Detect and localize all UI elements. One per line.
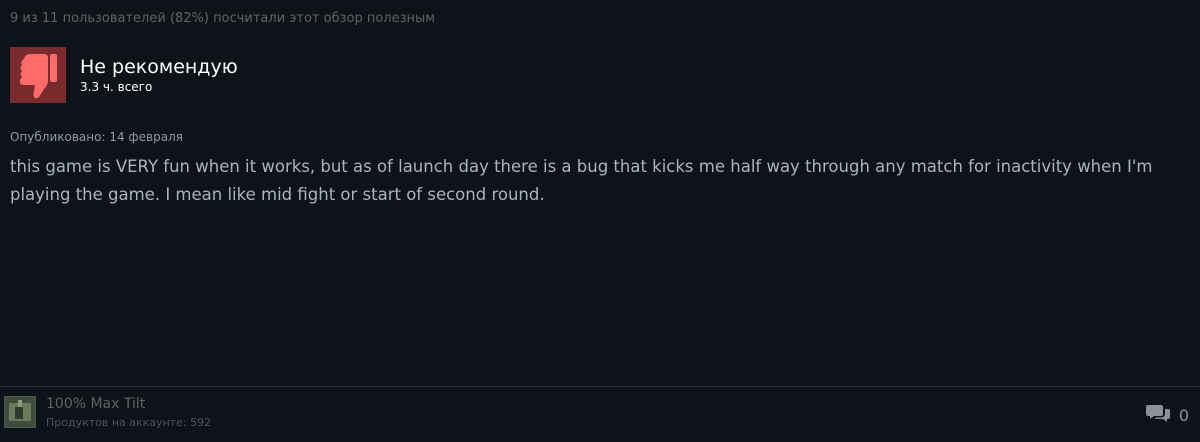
verdict-title: Не рекомендую — [80, 56, 238, 78]
hours-played: 3.3 ч. всего — [80, 80, 153, 94]
posted-date: Опубликовано: 14 февраля — [10, 130, 183, 144]
comment-count: 0 — [1178, 405, 1189, 425]
author-product-count: Продуктов на аккаунте: 592 — [46, 416, 212, 429]
author-name[interactable]: 100% Max Tilt — [46, 396, 211, 413]
review-text: this game is VERY fun when it works, but… — [10, 157, 1153, 204]
comments-button[interactable]: 0 — [1145, 403, 1189, 427]
helpful-count-text: 9 из 11 пользователей (82%) посчитали эт… — [10, 11, 436, 26]
avatar[interactable] — [4, 396, 36, 428]
divider — [0, 386, 1200, 387]
review-verdict: Не рекомендую 3.3 ч. всего — [10, 47, 238, 103]
thumbs-down-icon — [10, 47, 66, 103]
comments-icon — [1145, 403, 1170, 427]
author-block[interactable]: 100% Max Tilt Продуктов на аккаунте: 592 — [4, 396, 211, 430]
